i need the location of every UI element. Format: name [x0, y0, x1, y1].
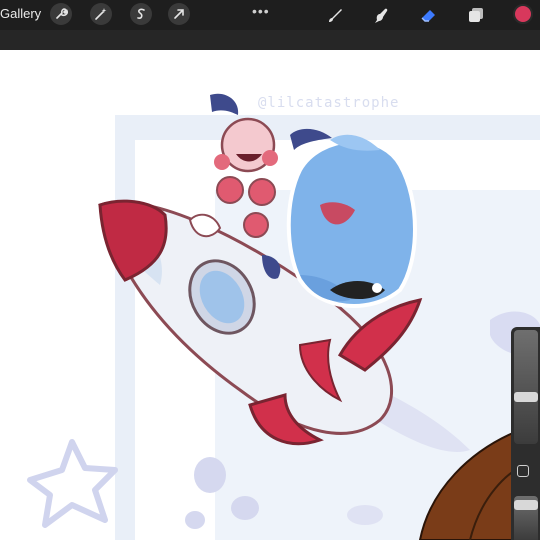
smudge-icon[interactable] — [370, 4, 392, 26]
brush-size-slider[interactable] — [514, 330, 538, 444]
top-toolbar: Gallery ••• — [0, 0, 540, 30]
selection-icon[interactable] — [130, 3, 152, 25]
brush-size-thumb[interactable] — [514, 392, 538, 402]
modify-button[interactable] — [517, 465, 529, 477]
artist-watermark: @lilcatastrophe — [258, 95, 400, 111]
color-swatch[interactable] — [513, 4, 533, 24]
more-options-icon[interactable]: ••• — [252, 3, 270, 19]
opacity-thumb[interactable] — [514, 500, 538, 510]
toolbar-divider-strip — [0, 30, 540, 50]
artwork-illustration — [27, 93, 540, 540]
layers-icon[interactable] — [465, 4, 487, 26]
wrench-icon[interactable] — [50, 3, 72, 25]
magic-wand-icon[interactable] — [90, 3, 112, 25]
transform-arrow-icon[interactable] — [168, 3, 190, 25]
brush-icon[interactable] — [324, 4, 346, 26]
gallery-button[interactable]: Gallery — [0, 6, 41, 21]
drawing-canvas[interactable]: @lilcatastrophe — [0, 50, 540, 540]
eraser-icon[interactable] — [418, 4, 440, 26]
